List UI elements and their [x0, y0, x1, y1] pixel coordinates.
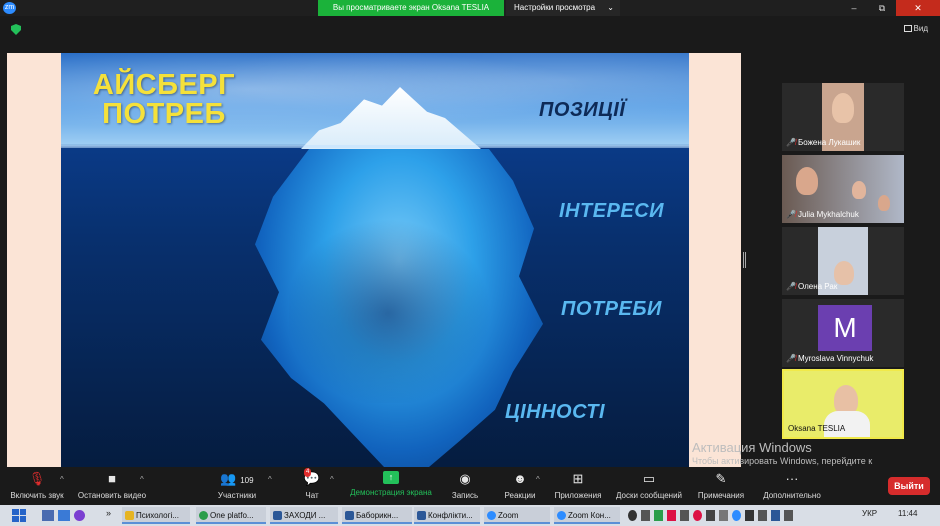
chat-icon: 💬 4 — [303, 468, 321, 486]
label-needs: ПОТРЕБИ — [561, 298, 662, 320]
notes-icon: ✎ — [715, 471, 727, 486]
chat-button[interactable]: 💬 4 Чат — [296, 468, 328, 500]
title-bar: zm Вы просматриваете экран Oksana TESLIA… — [0, 0, 940, 16]
view-grid-icon — [903, 25, 912, 32]
stop-video-button[interactable]: ■ Остановить видео — [76, 471, 148, 500]
muted-mic-icon: 🎤̸ — [786, 354, 796, 363]
muted-mic-icon: 🎤̸ — [786, 138, 796, 147]
participant-name: 🎤̸ Божена Лукашик — [786, 138, 861, 147]
label-positions: ПОЗИЦІЇ — [539, 99, 626, 121]
zoom-logo-icon: zm — [3, 2, 16, 14]
taskbar-item[interactable]: Zoom Кон... — [554, 507, 620, 524]
windows-start-icon[interactable] — [12, 509, 26, 522]
notes-button[interactable]: ✎ Примечания — [696, 471, 746, 500]
reactions-options-caret[interactable]: ^ — [536, 475, 540, 484]
view-button[interactable]: Вид — [903, 24, 928, 33]
taskbar-app-icon[interactable] — [74, 510, 85, 521]
taskbar-app-icon[interactable] — [58, 510, 70, 521]
chat-options-caret[interactable]: ^ — [330, 475, 334, 484]
view-label: Вид — [913, 24, 928, 33]
view-settings-dropdown[interactable]: Настройки просмотра ⌄ — [506, 0, 620, 16]
participants-button[interactable]: 👥 109 Участники — [214, 471, 260, 500]
keyboard-language[interactable]: УКР — [862, 509, 877, 518]
person-face — [796, 167, 818, 195]
video-camera-icon: ■ — [108, 471, 116, 486]
taskbar-overflow-chevron-icon[interactable]: » — [106, 508, 111, 518]
taskbar-item[interactable]: ЗАХОДИ ... — [270, 507, 338, 524]
taskbar-item[interactable]: Конфлікти... — [414, 507, 480, 524]
participant-name: Oksana TESLIA — [788, 424, 846, 433]
activation-title: Активация Windows — [692, 440, 812, 455]
taskbar-item[interactable]: One platfo... — [196, 507, 266, 524]
reactions-icon: ☻ — [513, 471, 527, 486]
taskbar-item[interactable]: Баборикн... — [342, 507, 412, 524]
view-settings-label: Настройки просмотра — [514, 3, 596, 12]
record-icon: ◉ — [459, 471, 471, 486]
chevron-down-icon: ⌄ — [607, 3, 614, 12]
more-button[interactable]: ··· Дополнительно — [760, 471, 824, 500]
participant-name: 🎤̸ Myroslava Vinnychuk — [786, 354, 874, 363]
participant-tile[interactable]: 🎤̸ Julia Mykhalchuk — [782, 155, 904, 223]
whiteboards-button[interactable]: ▭ Доски сообщений — [614, 471, 684, 500]
unmute-button[interactable]: 🎙 Включить звук — [6, 471, 68, 500]
windows-taskbar: » Психологі... One platfo... ЗАХОДИ ... … — [0, 505, 940, 526]
person-face — [852, 181, 866, 199]
share-screen-icon: ↑ — [383, 471, 399, 484]
muted-mic-icon: 🎙 — [28, 471, 46, 486]
more-icon: ··· — [785, 471, 799, 486]
participant-name: 🎤̸ Julia Mykhalchuk — [786, 210, 859, 219]
person-face — [832, 93, 854, 123]
participants-options-caret[interactable]: ^ — [268, 475, 272, 484]
share-screen-button[interactable]: ↑ Демонстрация экрана — [348, 471, 434, 497]
participant-tile[interactable]: 🎤̸ Божена Лукашик — [782, 83, 904, 151]
participants-icon: 👥 109 — [220, 471, 254, 486]
chat-badge: 4 — [304, 468, 312, 477]
screen-share-banner: Вы просматриваете экран Oksana TESLIA — [318, 0, 504, 16]
whiteboard-icon: ▭ — [642, 471, 656, 486]
apps-icon: ⊞ — [572, 471, 584, 486]
taskbar-app-icon[interactable] — [42, 510, 54, 521]
participant-tile-active-speaker[interactable]: Oksana TESLIA — [782, 369, 904, 439]
leave-meeting-button[interactable]: Выйти — [888, 477, 930, 495]
water-line — [61, 145, 689, 148]
taskbar-item[interactable]: Zoom — [484, 507, 550, 524]
participant-tile[interactable]: 🎤̸ Олена Рак — [782, 227, 904, 295]
meeting-toolbar: 🎙 Включить звук ^ ■ Остановить видео ^ 👥… — [0, 468, 940, 505]
security-shield-icon[interactable] — [11, 24, 21, 35]
shared-slide: АЙСБЕРГ ПОТРЕБ ПОЗИЦІЇ ІНТЕРЕСИ ПОТРЕБИ … — [61, 53, 689, 467]
participant-name: 🎤̸ Олена Рак — [786, 282, 838, 291]
slide-title: АЙСБЕРГ ПОТРЕБ — [92, 69, 236, 130]
system-tray-icons[interactable] — [628, 510, 848, 521]
label-values: ЦІННОСТІ — [505, 401, 606, 423]
video-options-caret[interactable]: ^ — [140, 475, 144, 484]
audio-options-caret[interactable]: ^ — [60, 475, 64, 484]
record-button[interactable]: ◉ Запись — [450, 471, 480, 500]
close-window-button[interactable]: ✕ — [896, 0, 940, 16]
minimize-button[interactable]: – — [840, 0, 868, 16]
apps-button[interactable]: ⊞ Приложения — [552, 471, 604, 500]
participant-tile[interactable]: M 🎤̸ Myroslava Vinnychuk — [782, 299, 904, 367]
reactions-button[interactable]: ☻ Реакции — [502, 471, 538, 500]
muted-mic-icon: 🎤̸ — [786, 210, 796, 219]
participant-avatar: M — [818, 305, 872, 351]
panel-resize-handle[interactable] — [743, 252, 746, 268]
muted-mic-icon: 🎤̸ — [786, 282, 796, 291]
taskbar-item[interactable]: Психологі... — [122, 507, 190, 524]
iceberg-shadow — [289, 203, 509, 403]
label-interests: ІНТЕРЕСИ — [559, 200, 665, 222]
person-face — [878, 195, 890, 211]
maximize-button[interactable]: ⧉ — [868, 0, 896, 16]
taskbar-clock[interactable]: 11:44 — [898, 509, 917, 518]
